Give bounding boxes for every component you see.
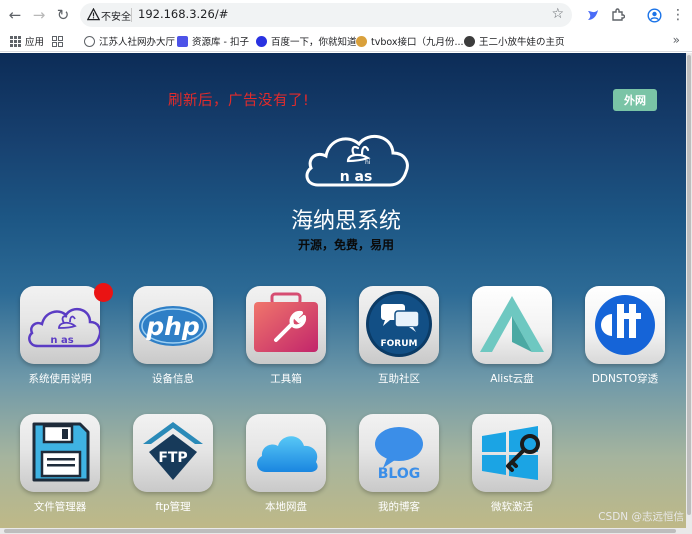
windows-key-icon (482, 426, 540, 480)
notification-badge (94, 283, 113, 302)
app-tile[interactable] (472, 286, 552, 364)
bookmark-label: 应用 (25, 37, 45, 48)
hinas-logo-icon: n as (28, 307, 100, 348)
arrow-right-icon: → (32, 6, 46, 24)
floppy-icon (32, 422, 90, 482)
hinas-home-page: 刷新后，广告没有了! 外网 hi n as 海纳思系统 开源，免费，易用 n a… (0, 53, 692, 534)
reload-button[interactable]: ↻ (52, 4, 74, 26)
bookmarks-bar: 应用 江苏人社网办大厅 资源库 - 扣子 百度一下，你就知道 tvbox接口（九… (0, 30, 692, 52)
app-tile[interactable]: php (133, 286, 213, 364)
alist-icon (480, 296, 544, 352)
omnibox-divider (131, 8, 132, 22)
arrow-left-icon: ← (8, 6, 22, 24)
back-button[interactable]: ← (4, 4, 26, 26)
app-label: 系统使用说明 (28, 373, 92, 385)
app-tile[interactable] (20, 414, 100, 492)
reload-icon: ↻ (56, 6, 70, 24)
hinas-cloud-logo-icon: hi n as (305, 134, 409, 187)
scroll-thumb[interactable] (687, 55, 691, 515)
bookmark-apps[interactable]: 应用 (10, 32, 44, 50)
page-title: 海纳思系统 (290, 209, 401, 234)
url-text[interactable]: 192.168.3.26/# (138, 7, 228, 21)
bookmark-jiangsu[interactable]: 江苏人社网办大厅 (84, 32, 175, 50)
app-label: 本地网盘 (265, 501, 307, 513)
toolbox-icon (254, 292, 318, 352)
svg-text:FTP: FTP (158, 450, 187, 466)
bookmark-coze[interactable]: 资源库 - 扣子 (177, 32, 249, 50)
app-label: 微软激活 (491, 501, 533, 513)
csdn-watermark: CSDN @志远恒信 (598, 511, 684, 523)
grid-icon (52, 35, 63, 47)
app-tile[interactable] (472, 414, 552, 492)
svg-text:FORUM: FORUM (381, 339, 418, 349)
app-tile[interactable]: FORUM (359, 286, 439, 364)
app-tile[interactable] (585, 286, 665, 364)
scroll-thumb[interactable] (4, 529, 676, 533)
bookmark-wang[interactable]: 王二小放牛娃の主页 (464, 32, 565, 50)
app-tile[interactable] (246, 414, 326, 492)
browser-toolbar: ← → ↻ 不安全 192.168.3.26/# ☆ ⋮ (0, 0, 692, 30)
notice-text: 刷新后，广告没有了! (168, 93, 310, 109)
vertical-scrollbar[interactable] (686, 53, 692, 534)
horizontal-scrollbar[interactable] (0, 528, 686, 534)
bookmark-grid[interactable] (52, 32, 67, 50)
app-tile[interactable]: BLOG (359, 414, 439, 492)
bookmark-label: 江苏人社网办大厅 (99, 37, 176, 48)
more-bookmarks-icon[interactable]: » (673, 33, 680, 47)
tvbox-icon (356, 35, 367, 47)
coze-icon (177, 35, 188, 47)
bookmark-baidu[interactable]: 百度一下，你就知道 (256, 32, 357, 50)
app-tile[interactable]: n as (20, 286, 100, 364)
extension-bird-icon[interactable] (583, 5, 603, 25)
forward-button[interactable]: → (28, 4, 50, 26)
php-icon: php (139, 306, 207, 346)
extensions-puzzle-icon[interactable] (608, 5, 628, 25)
svg-text:php: php (145, 312, 200, 341)
app-label: Alist云盘 (490, 373, 534, 385)
bookmark-label: tvbox接口（九月份... (371, 37, 464, 48)
profile-icon[interactable] (644, 5, 664, 25)
blog-icon: BLOG (375, 427, 423, 482)
svg-text:hi: hi (365, 159, 371, 166)
app-label: 工具箱 (270, 373, 302, 385)
app-label: 我的博客 (378, 501, 420, 513)
warning-icon (87, 8, 100, 21)
baidu-icon (256, 35, 267, 47)
bookmark-star-icon[interactable]: ☆ (551, 6, 564, 22)
app-label: 互助社区 (378, 373, 420, 385)
app-label: DDNSTO穿透 (591, 373, 659, 385)
apps-icon (10, 35, 21, 47)
browser-menu-icon[interactable]: ⋮ (668, 5, 688, 25)
app-tile[interactable]: FTP (133, 414, 213, 492)
app-label: ftp管理 (155, 501, 191, 513)
bookmark-label: 王二小放牛娃の主页 (479, 37, 565, 48)
ftp-icon: FTP (143, 422, 203, 480)
bookmark-label: 资源库 - 扣子 (192, 37, 249, 48)
address-bar[interactable]: 不安全 192.168.3.26/# ☆ (80, 3, 572, 27)
globe-icon (84, 35, 95, 47)
cloud-icon (257, 436, 318, 472)
app-label: 文件管理器 (33, 501, 87, 513)
svg-text:n as: n as (340, 169, 373, 185)
page-icon (464, 35, 475, 47)
insecure-label: 不安全 (101, 12, 131, 23)
app-tile[interactable] (246, 286, 326, 364)
ddnsto-icon (595, 295, 655, 355)
wan-button[interactable]: 外网 (613, 89, 657, 111)
svg-text:n as: n as (50, 335, 73, 346)
page-subtitle: 开源，免费，易用 (297, 238, 394, 252)
svg-text:BLOG: BLOG (378, 466, 421, 482)
bookmark-tvbox[interactable]: tvbox接口（九月份... (356, 32, 464, 50)
app-label: 设备信息 (152, 373, 194, 385)
bookmark-label: 百度一下，你就知道 (271, 37, 357, 48)
forum-icon: FORUM (366, 291, 432, 357)
